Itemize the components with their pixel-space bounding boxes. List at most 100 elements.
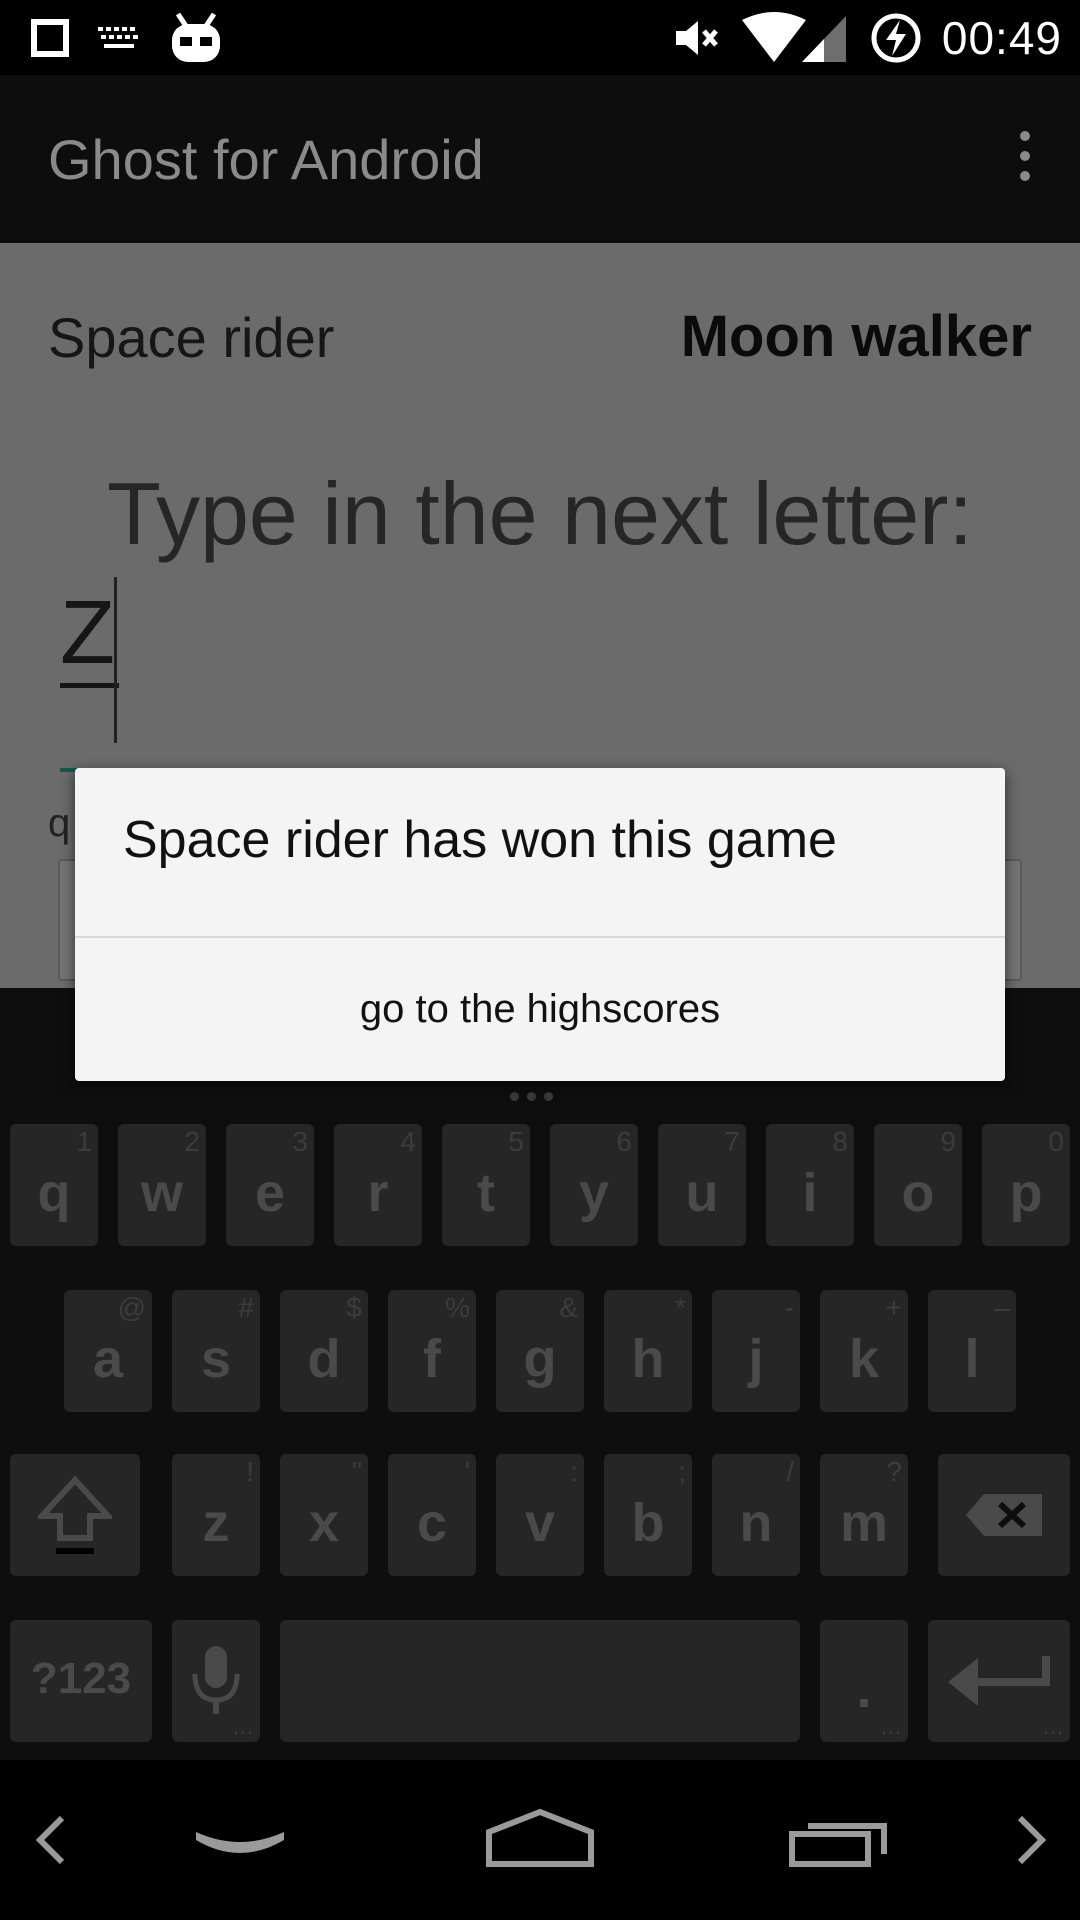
key-label: a	[92, 1329, 124, 1389]
key-hint: -	[784, 1292, 794, 1323]
key-hint: 8	[832, 1126, 848, 1157]
backspace-icon	[966, 1494, 1042, 1536]
key-hint: 4	[400, 1126, 416, 1157]
key-hint: ;	[678, 1456, 686, 1487]
player-right-name: Moon walker	[680, 304, 1032, 369]
key-k[interactable]: + k	[820, 1290, 908, 1412]
key-hint: "	[352, 1456, 362, 1487]
shift-arrow-icon	[38, 1476, 112, 1554]
key-hint: 3	[292, 1126, 308, 1157]
highscores-button[interactable]: go to the highscores	[75, 938, 1005, 1081]
key-hint: $	[346, 1292, 362, 1323]
period-key[interactable]: . …	[820, 1620, 908, 1742]
key-label: l	[964, 1329, 980, 1389]
text-cursor	[114, 577, 117, 743]
key-t[interactable]: 5t	[442, 1124, 530, 1246]
key-label: k	[848, 1329, 880, 1389]
key-o[interactable]: 9o	[874, 1124, 962, 1246]
key-hint: 1	[76, 1126, 92, 1157]
key-w[interactable]: 2w	[118, 1124, 206, 1246]
app-bar: Ghost for Android	[0, 75, 1080, 243]
prompt-text: Type in the next letter:	[107, 464, 973, 563]
key-hint: @	[117, 1292, 146, 1323]
key-i[interactable]: 8i	[766, 1124, 854, 1246]
key-label: z	[202, 1493, 230, 1553]
key-label: h	[631, 1329, 665, 1389]
key-hint: 7	[724, 1126, 740, 1157]
key-a[interactable]: @ a	[64, 1290, 152, 1412]
key-l[interactable]: – l	[928, 1290, 1016, 1412]
key-label: u	[685, 1163, 719, 1223]
symbols-key-label: ?123	[30, 1654, 132, 1703]
key-hint: #	[238, 1292, 254, 1323]
microphone-icon	[192, 1646, 240, 1714]
key-label: o	[901, 1163, 935, 1223]
more-glyph: …	[1042, 1714, 1064, 1739]
key-r[interactable]: 4r	[334, 1124, 422, 1246]
clock: 00:49	[941, 12, 1062, 64]
key-p[interactable]: 0p	[982, 1124, 1070, 1246]
more-glyph: …	[232, 1714, 254, 1739]
key-hint: '	[464, 1456, 470, 1487]
space-key[interactable]	[280, 1620, 800, 1742]
key-label: g	[523, 1329, 557, 1389]
enter-arrow-icon	[948, 1656, 1050, 1706]
symbols-key[interactable]: ?123	[10, 1620, 152, 1742]
key-label: r	[367, 1163, 389, 1223]
key-label: c	[416, 1493, 448, 1553]
mute-icon	[675, 21, 718, 55]
key-hint: %	[445, 1292, 470, 1323]
key-e[interactable]: 3e	[226, 1124, 314, 1246]
key-label: w	[140, 1163, 183, 1223]
voice-input-key[interactable]: …	[172, 1620, 260, 1742]
key-label: p	[1009, 1163, 1043, 1223]
key-f[interactable]: % f	[388, 1290, 476, 1412]
key-label: v	[524, 1493, 556, 1553]
key-u[interactable]: 7u	[658, 1124, 746, 1246]
more-glyph: …	[880, 1714, 902, 1739]
letter-input[interactable]: Z	[60, 583, 119, 688]
hide-keyboard-icon[interactable]	[192, 1826, 288, 1866]
key-hint: !	[246, 1456, 254, 1487]
key-label: j	[748, 1329, 764, 1389]
key-label: s	[200, 1329, 232, 1389]
back-arrow-icon[interactable]	[30, 1814, 70, 1866]
key-n[interactable]: / n	[712, 1454, 800, 1576]
key-hint: 5	[508, 1126, 524, 1157]
home-icon[interactable]	[485, 1808, 595, 1870]
key-s[interactable]: # s	[172, 1290, 260, 1412]
enter-key[interactable]: …	[928, 1620, 1070, 1742]
forward-arrow-icon[interactable]	[1012, 1814, 1052, 1866]
dialog-message: Space rider has won this game	[123, 811, 837, 869]
key-c[interactable]: ' c	[388, 1454, 476, 1576]
key-h[interactable]: * h	[604, 1290, 692, 1412]
navigation-bar	[0, 1760, 1080, 1920]
key-d[interactable]: $ d	[280, 1290, 368, 1412]
recents-icon[interactable]	[788, 1812, 892, 1868]
key-x[interactable]: " x	[280, 1454, 368, 1576]
status-right: 00:49	[674, 8, 1062, 68]
key-label: i	[802, 1163, 818, 1223]
key-g[interactable]: & g	[496, 1290, 584, 1412]
soft-keyboard: 1q2w3e4r5t6y7u8i9o0p @ a # s $ d% f & g * h - j + k – l …	[0, 988, 1080, 1760]
key-hint: 0	[1048, 1126, 1064, 1157]
key-v[interactable]: :v	[496, 1454, 584, 1576]
key-q[interactable]: 1q	[10, 1124, 98, 1246]
square-icon	[31, 18, 69, 57]
key-hint: –	[994, 1292, 1010, 1323]
overflow-menu-icon[interactable]	[1010, 131, 1040, 187]
status-bar: 00:49	[0, 0, 1080, 75]
suggestion-more-icon[interactable]	[510, 1092, 570, 1101]
key-hint: &	[559, 1292, 578, 1323]
shift-key[interactable]	[10, 1454, 140, 1576]
key-z[interactable]: ! z	[172, 1454, 260, 1576]
key-m[interactable]: ? m	[820, 1454, 908, 1576]
key-j[interactable]: -j	[712, 1290, 800, 1412]
key-label: t	[477, 1163, 495, 1223]
key-y[interactable]: 6y	[550, 1124, 638, 1246]
backspace-key[interactable]	[938, 1454, 1070, 1576]
key-b[interactable]: ; b	[604, 1454, 692, 1576]
keyboard-icon	[98, 26, 138, 48]
key-hint: :	[570, 1456, 578, 1487]
key-hint: 9	[940, 1126, 956, 1157]
